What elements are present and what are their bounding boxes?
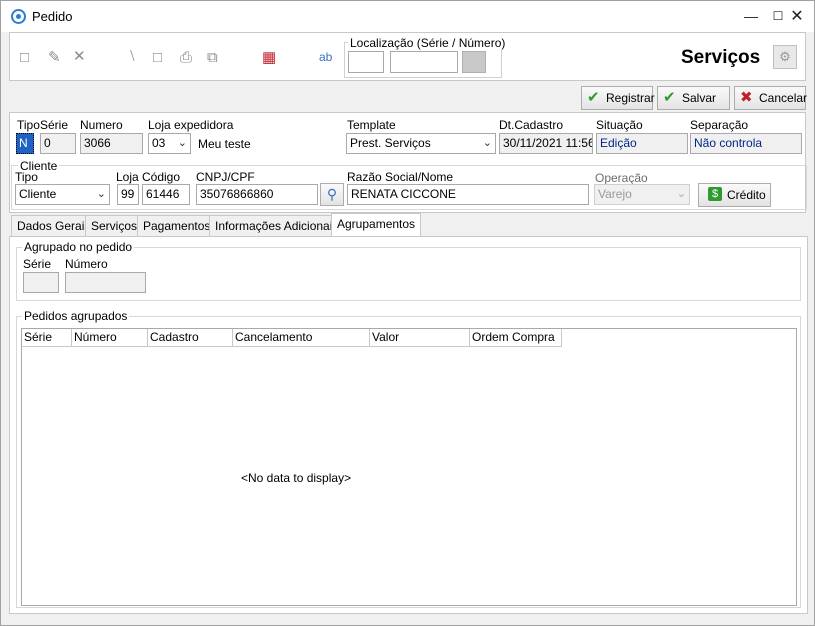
app-logo-icon — [11, 9, 26, 24]
window-title: Pedido — [32, 9, 73, 24]
cliente-loja-input[interactable]: 99 — [117, 184, 139, 205]
chevron-down-icon: ⌄ — [676, 188, 686, 200]
operacao-label: Operação — [595, 171, 648, 185]
operacao-select[interactable]: Varejo ⌄ — [594, 184, 690, 205]
tab-informacoes-adicionais[interactable]: Informações Adicionais — [209, 215, 345, 236]
toolbar-panel: □ ✎ ✕ ⧵ □ ⎙ ⧉ ▦ ab Localização (Série / … — [9, 32, 806, 81]
salvar-label: Salvar — [682, 91, 717, 105]
localizacao-search-button[interactable] — [462, 51, 486, 73]
checkmark-icon: ✔ — [663, 89, 676, 106]
cancelar-label: Cancelar — [759, 91, 808, 105]
checkmark-icon: ✔ — [587, 89, 600, 106]
close-icon[interactable]: ✕ — [780, 1, 814, 32]
loja-expedidora-desc: Meu teste — [198, 137, 251, 151]
agrupado-numero-label: Número — [65, 257, 108, 271]
print-icon[interactable]: ⎙ — [180, 50, 192, 66]
localizacao-label: Localização (Série / Número) — [348, 36, 508, 50]
title-bar: Pedido — ☐ ✕ — [1, 1, 814, 32]
separacao-input[interactable]: Não controla — [690, 133, 802, 154]
cancelar-button[interactable]: ✖ Cancelar — [734, 86, 808, 110]
agrupado-numero-input[interactable] — [65, 272, 146, 293]
numero-input[interactable]: 3066 — [80, 133, 143, 154]
credito-button[interactable]: $ Crédito — [698, 183, 771, 207]
tab-agrupamentos[interactable]: Agrupamentos — [331, 213, 422, 237]
services-icon[interactable]: ⚙ — [773, 45, 797, 69]
line-icon[interactable]: ⧵ — [130, 49, 135, 65]
spellcheck-icon[interactable]: ab — [319, 49, 332, 65]
cliente-codigo-input[interactable]: 61446 — [142, 184, 190, 205]
cliente-tipo-label: Tipo — [15, 170, 38, 184]
header-title: Serviços — [681, 47, 761, 68]
localizacao-serie-input[interactable] — [348, 51, 384, 73]
dtcadastro-input[interactable]: 30/11/2021 11:56 — [499, 133, 593, 154]
chevron-down-icon: ⌄ — [96, 188, 106, 200]
pedidos-agrupados-grid[interactable]: Série Número Cadastro Cancelamento Valor… — [21, 328, 797, 606]
operacao-value: Varejo — [598, 187, 632, 201]
export-icon[interactable]: ▦ — [262, 50, 276, 66]
loja-expedidora-select[interactable]: 03 ⌄ — [148, 133, 191, 154]
template-value: Prest. Serviços — [350, 136, 431, 150]
chevron-down-icon: ⌄ — [482, 137, 492, 149]
print-preview-icon[interactable]: □ — [153, 50, 162, 66]
salvar-button[interactable]: ✔ Salvar — [657, 86, 730, 110]
copy-icon[interactable]: ⧉ — [207, 50, 218, 66]
cancel-x-icon: ✖ — [740, 89, 753, 106]
registrar-label: Registrar — [606, 91, 655, 105]
template-label: Template — [347, 118, 396, 132]
cnpj-label: CNPJ/CPF — [196, 170, 255, 184]
cliente-tipo-select[interactable]: Cliente ⌄ — [15, 184, 110, 205]
agrupado-group-label: Agrupado no pedido — [22, 240, 135, 254]
cliente-tipo-value: Cliente — [19, 187, 57, 201]
template-select[interactable]: Prest. Serviços ⌄ — [346, 133, 496, 154]
registrar-button[interactable]: ✔ Registrar — [581, 86, 655, 110]
pedidos-agrupados-label: Pedidos agrupados — [22, 309, 130, 323]
numero-label: Numero — [80, 118, 123, 132]
razao-input[interactable]: RENATA CICCONE — [347, 184, 589, 205]
cliente-loja-label: Loja — [116, 170, 139, 184]
serie-input[interactable]: 0 — [40, 133, 76, 154]
search-icon[interactable]: ⚲ — [320, 183, 344, 206]
tab-dados-gerais[interactable]: Dados Gerais — [11, 215, 97, 236]
localizacao-numero-input[interactable] — [390, 51, 458, 73]
column-header-numero[interactable]: Número — [72, 329, 148, 347]
tipo-label: Tipo — [17, 118, 40, 132]
loja-expedidora-label: Loja expedidora — [148, 118, 234, 132]
column-header-ordem-compra[interactable]: Ordem Compra — [470, 329, 562, 347]
chevron-down-icon: ⌄ — [177, 137, 187, 149]
credito-label: Crédito — [727, 188, 766, 202]
money-icon: $ — [708, 187, 722, 201]
column-header-cancelamento[interactable]: Cancelamento — [233, 329, 370, 347]
serie-label: Série — [40, 118, 69, 132]
situacao-label: Situação — [596, 118, 643, 132]
column-header-valor[interactable]: Valor — [370, 329, 470, 347]
tipo-input[interactable]: N — [16, 133, 34, 154]
separacao-label: Separação — [690, 118, 749, 132]
grid-empty-text: <No data to display> — [241, 471, 352, 485]
pedido-window: Pedido — ☐ ✕ □ ✎ ✕ ⧵ □ ⎙ ⧉ ▦ ab Localiza… — [0, 0, 815, 626]
situacao-input[interactable]: Edição — [596, 133, 688, 154]
delete-icon[interactable]: ✕ — [73, 49, 86, 65]
dtcadastro-label: Dt.Cadastro — [499, 118, 564, 132]
new-document-icon[interactable]: □ — [20, 50, 29, 66]
cliente-codigo-label: Código — [142, 170, 181, 184]
column-header-cadastro[interactable]: Cadastro — [148, 329, 233, 347]
razao-label: Razão Social/Nome — [347, 170, 454, 184]
loja-expedidora-value: 03 — [152, 136, 166, 150]
agrupado-serie-input[interactable] — [23, 272, 59, 293]
tab-pagamentos[interactable]: Pagamentos — [137, 215, 217, 236]
edit-icon[interactable]: ✎ — [48, 50, 61, 66]
tab-servicos[interactable]: Serviços — [85, 215, 144, 236]
cnpj-input[interactable]: 35076866860 — [196, 184, 318, 205]
agrupado-serie-label: Série — [23, 257, 52, 271]
column-header-serie[interactable]: Série — [22, 329, 72, 347]
